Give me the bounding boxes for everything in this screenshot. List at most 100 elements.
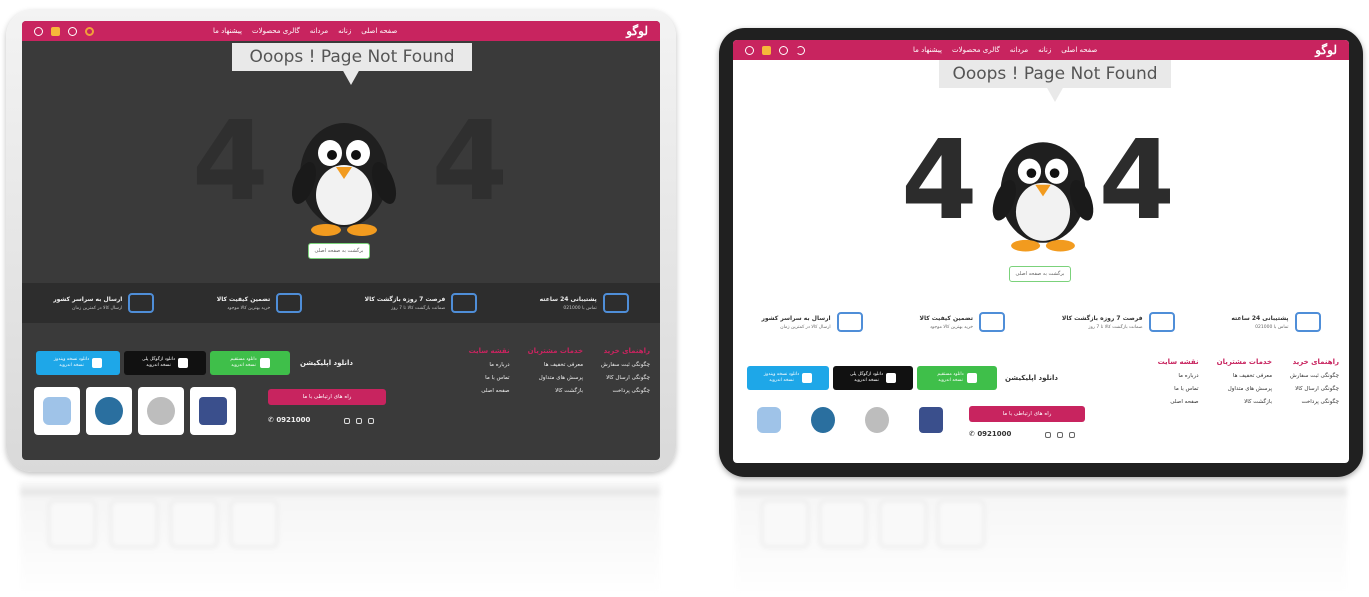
google-play-button[interactable]: دانلود ازگوگل پلی نسخه اندروید (124, 351, 206, 375)
feature-subtitle: ضمانت بازگشت کالا تا 7 روز (1088, 324, 1143, 330)
nav-item-gallery[interactable]: گالری محصولات (952, 46, 1000, 54)
footer-link[interactable]: پرسش های متداول (528, 375, 583, 381)
feature-subtitle: تماس با 021000 (1255, 324, 1289, 330)
footer-link[interactable]: چگونگی ثبت سفارش (601, 362, 650, 368)
moon-icon[interactable] (796, 45, 806, 55)
windows-download-button[interactable]: دانلود نسخه ویندوز نسخه اندروید (36, 351, 120, 375)
google-play-button[interactable]: دانلود ازگوگل پلی نسخه اندروید (833, 366, 913, 390)
contact-ways-button[interactable]: راه های ارتباطی با ما (268, 389, 386, 405)
reflection-tile (937, 500, 985, 548)
feature-subtitle: ارسال کالا در کمترین زمان (72, 305, 123, 311)
feature-return: فرصت 7 روزه بازگشت کالا ضمانت بازگشت کالا… (1062, 312, 1175, 332)
badge-e-namad[interactable] (86, 387, 132, 435)
footer-link[interactable]: بازگشت کالا (528, 388, 583, 394)
footer-col-services: خدمات مشتریان معرفی تخفیف ها پرسش های مت… (1217, 358, 1272, 405)
footer-link[interactable]: تماس با ما (1158, 386, 1198, 392)
penguin-illustration (992, 142, 1094, 252)
nav-item-women[interactable]: زنانه (338, 27, 351, 35)
nav-item-offers[interactable]: پیشنهاد ما (913, 46, 942, 54)
shipping-icon (128, 293, 155, 313)
nav-item-women[interactable]: زنانه (1038, 46, 1051, 54)
windows-icon (92, 358, 103, 368)
user-icon[interactable] (745, 45, 755, 55)
footer-link[interactable]: چگونگی ارسال کالا (1290, 386, 1339, 392)
nav-item-offers[interactable]: پیشنهاد ما (213, 27, 242, 35)
feature-subtitle: ضمانت بازگشت کالا تا 7 روز (391, 305, 446, 311)
footer-link[interactable]: درباره ما (1158, 373, 1198, 379)
footer-columns: راهنمای خرید چگونگی ثبت سفارش چگونگی ارس… (1158, 358, 1339, 405)
footer-link[interactable]: چگونگی پرداخت (1290, 399, 1339, 405)
footer-link[interactable]: پرسش های متداول (1217, 386, 1272, 392)
user-icon[interactable] (34, 26, 44, 36)
reflection-strip (735, 488, 1347, 496)
whatsapp-icon[interactable] (344, 418, 350, 424)
tablet-frame-dark-mode: لوگو صفحه اصلی زنانه مردانه گالری محصولا… (6, 10, 676, 472)
telegram-icon[interactable] (356, 418, 362, 424)
footer-link[interactable]: صفحه اصلی (1158, 399, 1198, 405)
left-reflection (20, 482, 660, 594)
badge-ecommerce[interactable] (190, 387, 236, 435)
footer-link[interactable]: تماس با ما (469, 375, 509, 381)
footer-link[interactable]: درباره ما (469, 362, 509, 368)
reflection-tile (761, 500, 809, 548)
cart-icon[interactable] (762, 45, 772, 55)
windows-download-button[interactable]: دانلود نسخه ویندوز نسخه اندروید (747, 366, 829, 390)
features-strip: پشتیبانی 24 ساعته تماس با 021000 فرصت 7 ر… (22, 283, 660, 323)
nav-item-home[interactable]: صفحه اصلی (1061, 46, 1097, 54)
feature-subtitle: خرید بهترین کالا موجود (930, 324, 973, 330)
col-heading: نقشه سایت (468, 347, 510, 355)
screen-dark: لوگو صفحه اصلی زنانه مردانه گالری محصولا… (22, 21, 660, 460)
direct-download-button[interactable]: دانلود مستقیم نسخه اندروید (917, 366, 997, 390)
feature-support: پشتیبانی 24 ساعته تماس با 021000 (1231, 312, 1321, 332)
feature-quality: تضمین کیفیت کالا خرید بهترین کالا موجود (920, 312, 1005, 332)
contact-ways-button[interactable]: راه های ارتباطی با ما (969, 406, 1085, 422)
feature-subtitle: تماس با 021000 (563, 305, 597, 311)
back-home-button[interactable]: برگشت به صفحه اصلی (308, 243, 370, 259)
not-found-bubble: Ooops ! Page Not Found (232, 43, 472, 85)
footer-link[interactable]: چگونگی پرداخت (601, 388, 650, 394)
reflection-tile (48, 500, 96, 548)
whatsapp-icon[interactable] (1045, 432, 1051, 438)
footer-link[interactable]: چگونگی ثبت سفارش (1290, 373, 1339, 379)
telegram-icon[interactable] (1057, 432, 1063, 438)
big-4-left: 4 (901, 116, 982, 244)
badge-samandehi[interactable] (34, 387, 80, 435)
footer-link[interactable]: صفحه اصلی (469, 388, 509, 394)
nav-item-men[interactable]: مردانه (310, 27, 328, 35)
feature-subtitle: ارسال کالا در کمترین زمان (780, 324, 831, 330)
site-logo[interactable]: لوگو (1315, 43, 1337, 57)
reflection-tile (819, 500, 867, 548)
badge-union[interactable] (857, 398, 897, 442)
screen-light: لوگو صفحه اصلی زنانه مردانه گالری محصولا… (733, 40, 1349, 463)
nav-item-gallery[interactable]: گالری محصولات (252, 27, 300, 35)
sun-icon[interactable] (85, 26, 95, 36)
app-line2: نسخه اندروید (938, 378, 963, 383)
badge-ecommerce[interactable] (911, 398, 951, 442)
search-icon[interactable] (779, 45, 789, 55)
back-home-button[interactable]: برگشت به صفحه اصلی (1009, 266, 1071, 282)
feature-title: تضمین کیفیت کالا (919, 314, 973, 322)
footer-link[interactable]: چگونگی ارسال کالا (601, 375, 650, 381)
nav-item-home[interactable]: صفحه اصلی (361, 27, 397, 35)
feature-title: فرصت 7 روزه بازگشت کالا (364, 295, 446, 303)
reflection-tile (230, 500, 278, 548)
footer-link[interactable]: معرفی تخفیف ها (1217, 373, 1272, 379)
nav-item-men[interactable]: مردانه (1010, 46, 1028, 54)
cart-icon[interactable] (51, 26, 61, 36)
site-logo[interactable]: لوگو (626, 24, 648, 38)
badge-samandehi[interactable] (749, 398, 789, 442)
app-download-title: دانلود اپلیکیشن (300, 359, 353, 367)
instagram-icon[interactable] (1069, 432, 1075, 438)
footer-link[interactable]: بازگشت کالا (1217, 399, 1272, 405)
badge-union[interactable] (138, 387, 184, 435)
mockup-stage: لوگو صفحه اصلی زنانه مردانه گالری محصولا… (0, 0, 1369, 597)
feature-title: فرصت 7 روزه بازگشت کالا (1061, 314, 1143, 322)
instagram-icon[interactable] (368, 418, 374, 424)
col-heading: خدمات مشتریان (527, 347, 584, 355)
footer-link[interactable]: معرفی تخفیف ها (528, 362, 583, 368)
badge-e-namad[interactable] (803, 398, 843, 442)
direct-download-button[interactable]: دانلود مستقیم نسخه اندروید (210, 351, 290, 375)
big-4-left: 4 (192, 97, 273, 225)
search-icon[interactable] (68, 26, 78, 36)
app-line1: دانلود نسخه ویندوز (763, 371, 800, 377)
